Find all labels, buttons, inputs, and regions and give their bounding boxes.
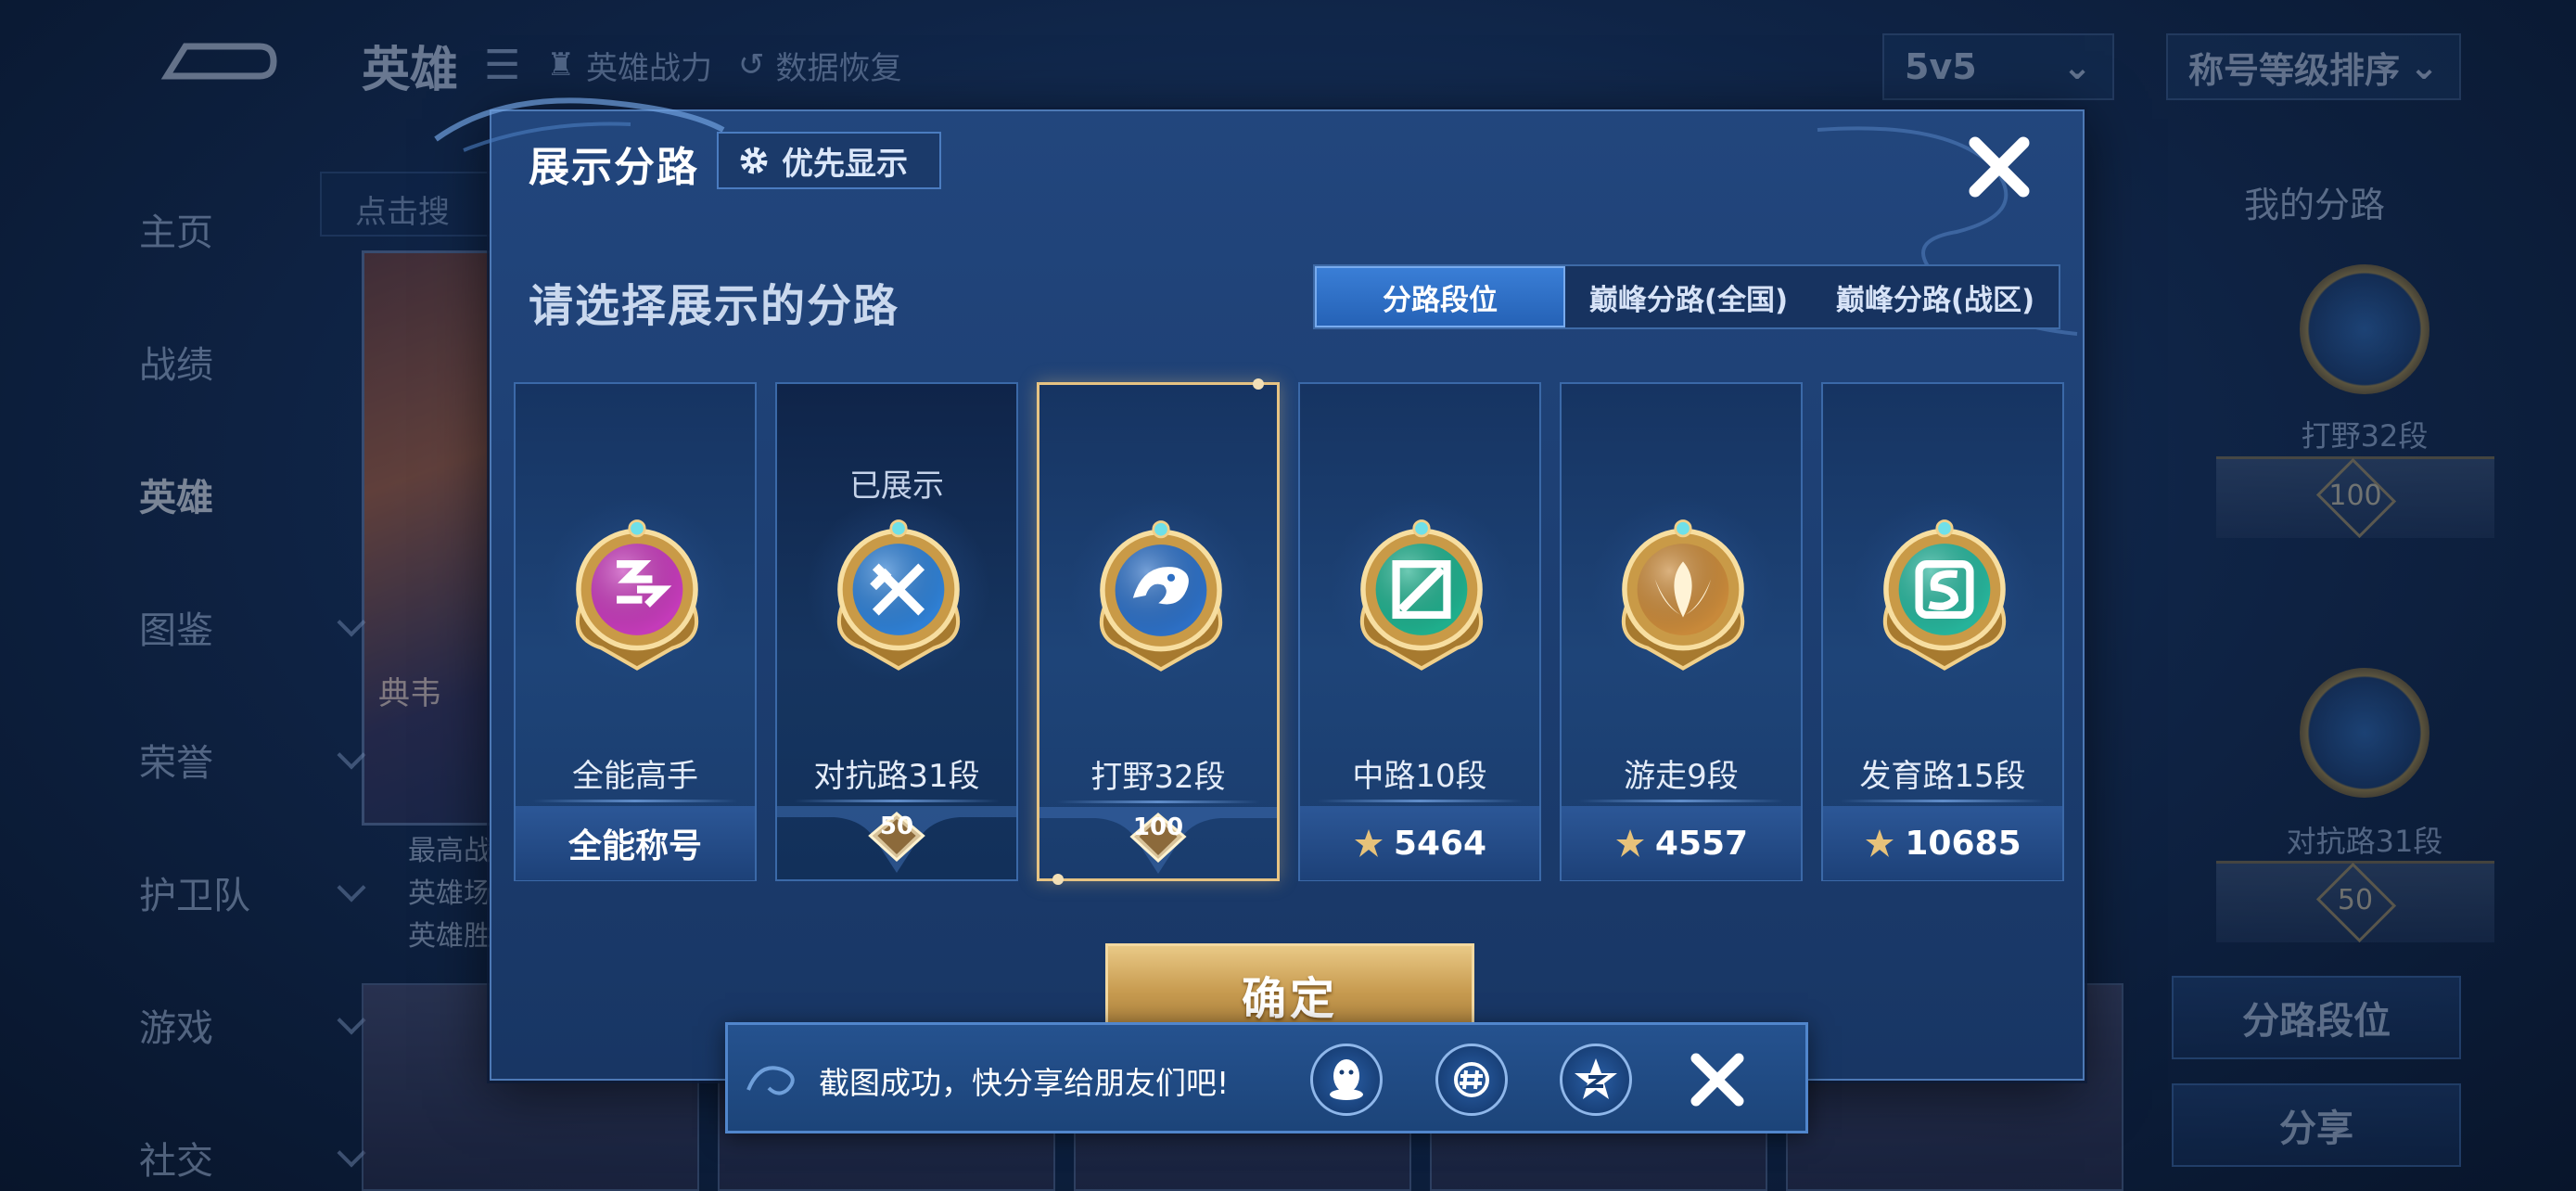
- peak-score-icon: [1866, 829, 1894, 857]
- cloud-swirl-icon: [746, 1066, 795, 1095]
- side-nav: 主页 战绩 英雄 图鉴 荣誉 护卫队 游戏 社交: [139, 162, 366, 1191]
- nav-item[interactable]: 荣誉: [139, 693, 366, 826]
- roam-icon: [1621, 519, 1745, 671]
- hero-stats: 最高战 英雄场 英雄胜: [408, 835, 491, 953]
- peak-score: 10685: [1823, 806, 2062, 880]
- peak-score-icon: [1354, 829, 1383, 857]
- nav-item[interactable]: 游戏: [139, 958, 366, 1091]
- lane-display-dialog: 展示分路 优先显示 请选择展示的分路 分路段位 巅峰分路(全国) 巅峰分路(战区…: [434, 97, 2085, 1081]
- list-icon[interactable]: ☰: [484, 42, 520, 89]
- mode-select[interactable]: 5v5 ⌄: [1882, 33, 2114, 100]
- peak-score: 4557: [1562, 806, 1801, 880]
- share-button[interactable]: 分享: [2172, 1083, 2461, 1167]
- nav-item[interactable]: 图鉴: [139, 560, 366, 693]
- lane-card[interactable]: 已展示 对抗路31段 50: [775, 382, 1018, 881]
- lane-card[interactable]: 发育路15段 10685: [1821, 382, 2064, 881]
- lane-card[interactable]: 中路10段 5464: [1298, 382, 1541, 881]
- lane-rank-button[interactable]: 分路段位: [2172, 976, 2461, 1059]
- jungle-medal-icon: [2300, 264, 2429, 394]
- chevron-down-icon: [337, 873, 366, 903]
- lane-card[interactable]: 全能高手 全能称号: [514, 382, 757, 881]
- peak-score: 5464: [1300, 806, 1539, 880]
- clash-lane-icon: [836, 519, 961, 671]
- lane-name: 发育路15段: [1859, 758, 2026, 795]
- qq-icon[interactable]: [1310, 1044, 1383, 1116]
- peak-score-icon: [1615, 829, 1644, 857]
- nav-item[interactable]: 护卫队: [139, 826, 366, 958]
- select-prompt: 请选择展示的分路: [529, 280, 900, 332]
- background-title: 英雄: [362, 42, 459, 98]
- tab-peak-region[interactable]: 巅峰分路(战区): [1812, 266, 2059, 327]
- level-badge: 100: [2216, 456, 2494, 539]
- toast-message: 截图成功，快分享给朋友们吧!: [819, 1065, 1230, 1101]
- screenshot-toast: 截图成功，快分享给朋友们吧!: [725, 1022, 1808, 1133]
- clash-medal-icon: [2300, 668, 2429, 798]
- mid-lane-icon: [1359, 519, 1484, 671]
- toast-close-icon[interactable]: [1687, 1049, 1748, 1110]
- title-footer: 全能称号: [567, 827, 702, 865]
- tab-peak-national[interactable]: 巅峰分路(全国): [1565, 266, 1812, 327]
- level-value: 50: [879, 813, 914, 840]
- lane-tabs: 分路段位 巅峰分路(全国) 巅峰分路(战区): [1313, 264, 2060, 329]
- chevron-down-icon: ⌄: [2062, 46, 2092, 87]
- lane-name: 中路10段: [1352, 758, 1487, 795]
- lane-card[interactable]: 打野32段 100: [1037, 378, 1280, 885]
- all-rounder-icon: [575, 519, 699, 671]
- lane-name: 打野32段: [1090, 759, 1226, 796]
- hero-power-chip[interactable]: ♜ 英雄战力: [546, 43, 711, 88]
- wechat-moments-icon[interactable]: [1435, 1044, 1508, 1116]
- qzone-icon[interactable]: [1560, 1044, 1632, 1116]
- hero-card-label: 典韦: [378, 675, 441, 712]
- priority-display-button[interactable]: 优先显示: [717, 132, 941, 189]
- farm-lane-icon: [1882, 519, 2007, 671]
- game-screen: 英雄 ☰ ♜ 英雄战力 ↺ 数据恢复 5v5 ⌄ 称号等级排序 ⌄ 点击搜 主页 战绩 英雄…: [0, 0, 2576, 1191]
- nav-item[interactable]: 英雄: [139, 428, 362, 560]
- lane-name: 全能高手: [572, 758, 698, 795]
- nav-item[interactable]: 战绩: [139, 295, 362, 428]
- lane-card[interactable]: 游走9段 4557: [1560, 382, 1803, 881]
- background-topbar: 英雄 ☰ ♜ 英雄战力 ↺ 数据恢复: [362, 28, 901, 102]
- nav-item[interactable]: 社交: [139, 1091, 366, 1191]
- close-icon[interactable]: [1962, 130, 2036, 204]
- restore-icon: ↺: [737, 46, 765, 83]
- lane-name: 游走9段: [1624, 758, 1739, 795]
- helmet-icon: ♜: [546, 46, 575, 83]
- gear-icon: [740, 147, 768, 174]
- dialog-title: 展示分路: [529, 144, 699, 191]
- tab-lane-rank[interactable]: 分路段位: [1315, 266, 1565, 327]
- lane-name: 对抗路31段: [813, 758, 980, 795]
- lane-cards: 全能高手 全能称号 已展示 对抗路31段 50 打野32段 100 中路10段 5464 游走9段…: [514, 378, 2068, 885]
- my-lanes-header: 我的分路: [2244, 185, 2386, 225]
- data-restore-chip[interactable]: ↺ 数据恢复: [738, 43, 902, 88]
- nav-item[interactable]: 主页: [139, 162, 362, 295]
- back-icon[interactable]: [158, 28, 278, 93]
- level-value: 100: [1132, 813, 1184, 841]
- level-badge: 50: [2216, 861, 2494, 943]
- jungle-dragon-icon: [1099, 520, 1223, 672]
